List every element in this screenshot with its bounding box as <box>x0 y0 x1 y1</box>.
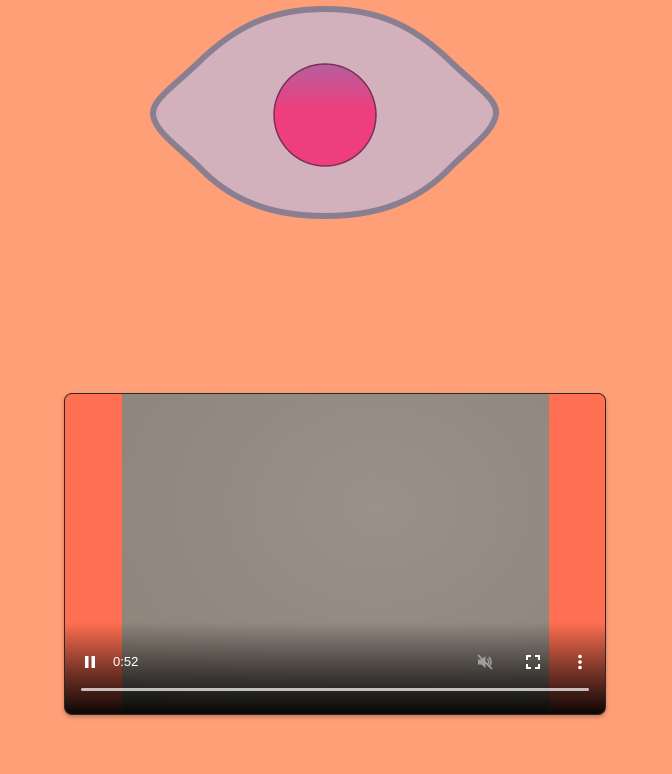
pause-button[interactable] <box>78 650 102 674</box>
eye-icon <box>150 5 500 220</box>
current-time: 0:52 <box>113 654 139 669</box>
video-controls: 0:52 <box>65 622 605 714</box>
timeline-scrubber[interactable] <box>81 688 589 691</box>
more-options-button[interactable] <box>568 650 592 674</box>
pause-icon <box>85 656 95 668</box>
fullscreen-icon <box>526 655 540 669</box>
iris-shape <box>273 63 377 167</box>
more-vertical-icon <box>578 654 582 670</box>
page: 0:52 <box>0 0 672 774</box>
eye-illustration <box>148 4 502 222</box>
video-player[interactable]: 0:52 <box>64 393 606 715</box>
mute-button[interactable] <box>473 650 497 674</box>
timeline-progress <box>81 688 589 691</box>
fullscreen-button[interactable] <box>521 650 545 674</box>
volume-muted-icon <box>477 654 493 670</box>
